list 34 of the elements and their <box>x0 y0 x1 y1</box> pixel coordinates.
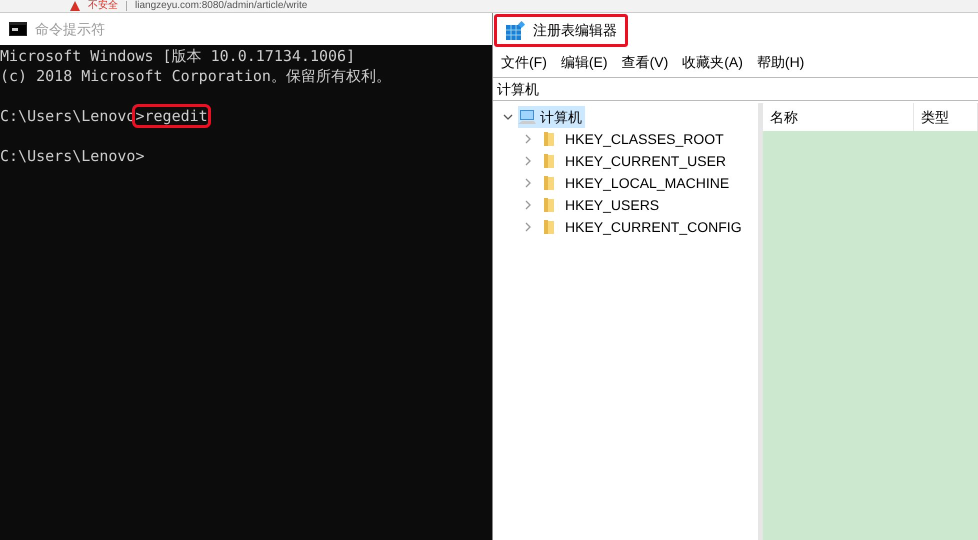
url-text[interactable]: liangzeyu.com:8080/admin/article/write <box>135 0 308 12</box>
console-line: Microsoft Windows [版本 10.0.17134.1006] <box>0 46 356 66</box>
console-icon <box>9 22 27 36</box>
registry-icon <box>505 20 525 40</box>
tree-item[interactable]: HKEY_CURRENT_CONFIG <box>543 216 742 238</box>
menu-item[interactable]: 文件(F) <box>501 52 547 73</box>
chevron-right-icon[interactable] <box>523 222 533 232</box>
chevron-right-icon[interactable] <box>523 134 533 144</box>
console-line: (c) 2018 Microsoft Corporation。保留所有权利。 <box>0 66 391 86</box>
menu-item[interactable]: 查看(V) <box>622 52 668 73</box>
address-bar[interactable]: 计算机 <box>493 77 978 101</box>
tree-item[interactable]: HKEY_USERS <box>543 194 660 216</box>
folder-icon <box>543 131 555 147</box>
menu-item[interactable]: 编辑(E) <box>560 52 608 73</box>
warning-icon <box>70 1 80 11</box>
console-line: C:\Users\Lenovo> <box>0 146 144 166</box>
menu-item[interactable]: 收藏夹(A) <box>682 52 743 73</box>
tree-item[interactable]: 计算机 <box>518 106 585 128</box>
chevron-right-icon[interactable] <box>523 178 533 188</box>
tree-item[interactable]: HKEY_LOCAL_MACHINE <box>543 172 730 194</box>
folder-icon <box>543 153 555 169</box>
tree-item[interactable]: HKEY_CLASSES_ROOT <box>543 128 724 150</box>
chevron-down-icon[interactable] <box>503 112 513 122</box>
window-title: 注册表编辑器 <box>533 21 617 40</box>
folder-icon <box>543 219 555 235</box>
folder-icon <box>543 197 555 213</box>
menu-item[interactable]: 帮助(H) <box>756 52 804 73</box>
chevron-right-icon[interactable] <box>523 156 533 166</box>
console-line: C:\Users\Lenovo>regedit <box>0 106 208 126</box>
computer-icon <box>518 109 536 125</box>
folder-icon <box>543 175 555 191</box>
window-title: 命令提示符 <box>35 20 105 38</box>
tree-item[interactable]: HKEY_CURRENT_USER <box>543 150 726 172</box>
chevron-right-icon[interactable] <box>523 200 533 210</box>
